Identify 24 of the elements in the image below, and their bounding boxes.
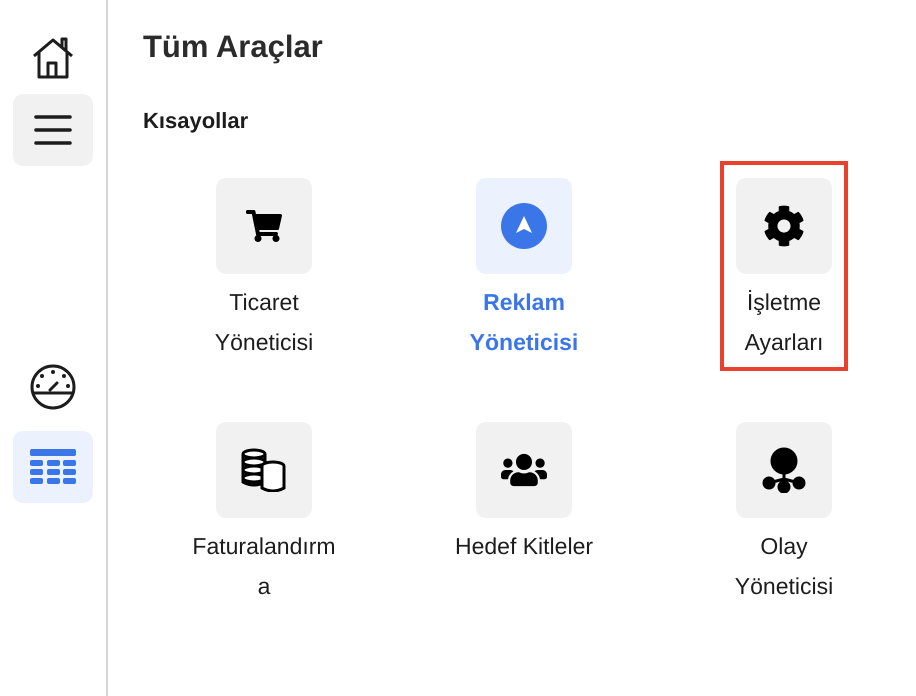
page-title: Tüm Araçlar [143, 28, 324, 66]
tool-label[interactable]: Hedef Kitleler [454, 526, 594, 566]
menu-icon [34, 114, 72, 146]
tool-tile[interactable] [476, 178, 572, 274]
tool-label[interactable]: Ticaret Yöneticisi [214, 282, 314, 362]
cart-icon [246, 208, 282, 244]
tool-tile[interactable] [736, 178, 832, 274]
tool-tile[interactable] [216, 178, 312, 274]
tool-tile[interactable] [736, 422, 832, 518]
all-tools-button[interactable] [13, 431, 93, 503]
home-icon [31, 36, 75, 80]
tool-label[interactable]: İşletme Ayarları [744, 282, 824, 362]
tool-label[interactable]: Faturalandırm a [192, 526, 336, 606]
network-icon [761, 447, 807, 493]
tool-tile[interactable] [216, 422, 312, 518]
tool-label[interactable]: Olay Yöneticisi [734, 526, 834, 606]
tool-tile[interactable] [476, 422, 572, 518]
menu-button[interactable] [13, 94, 93, 166]
table-icon [29, 448, 77, 486]
gauge-icon [29, 363, 77, 411]
settings-icon [763, 205, 805, 247]
section-title: Kısayollar [143, 107, 250, 135]
coin-stacks-icon [240, 448, 287, 492]
tool-label[interactable]: Reklam Yöneticisi [470, 282, 578, 362]
